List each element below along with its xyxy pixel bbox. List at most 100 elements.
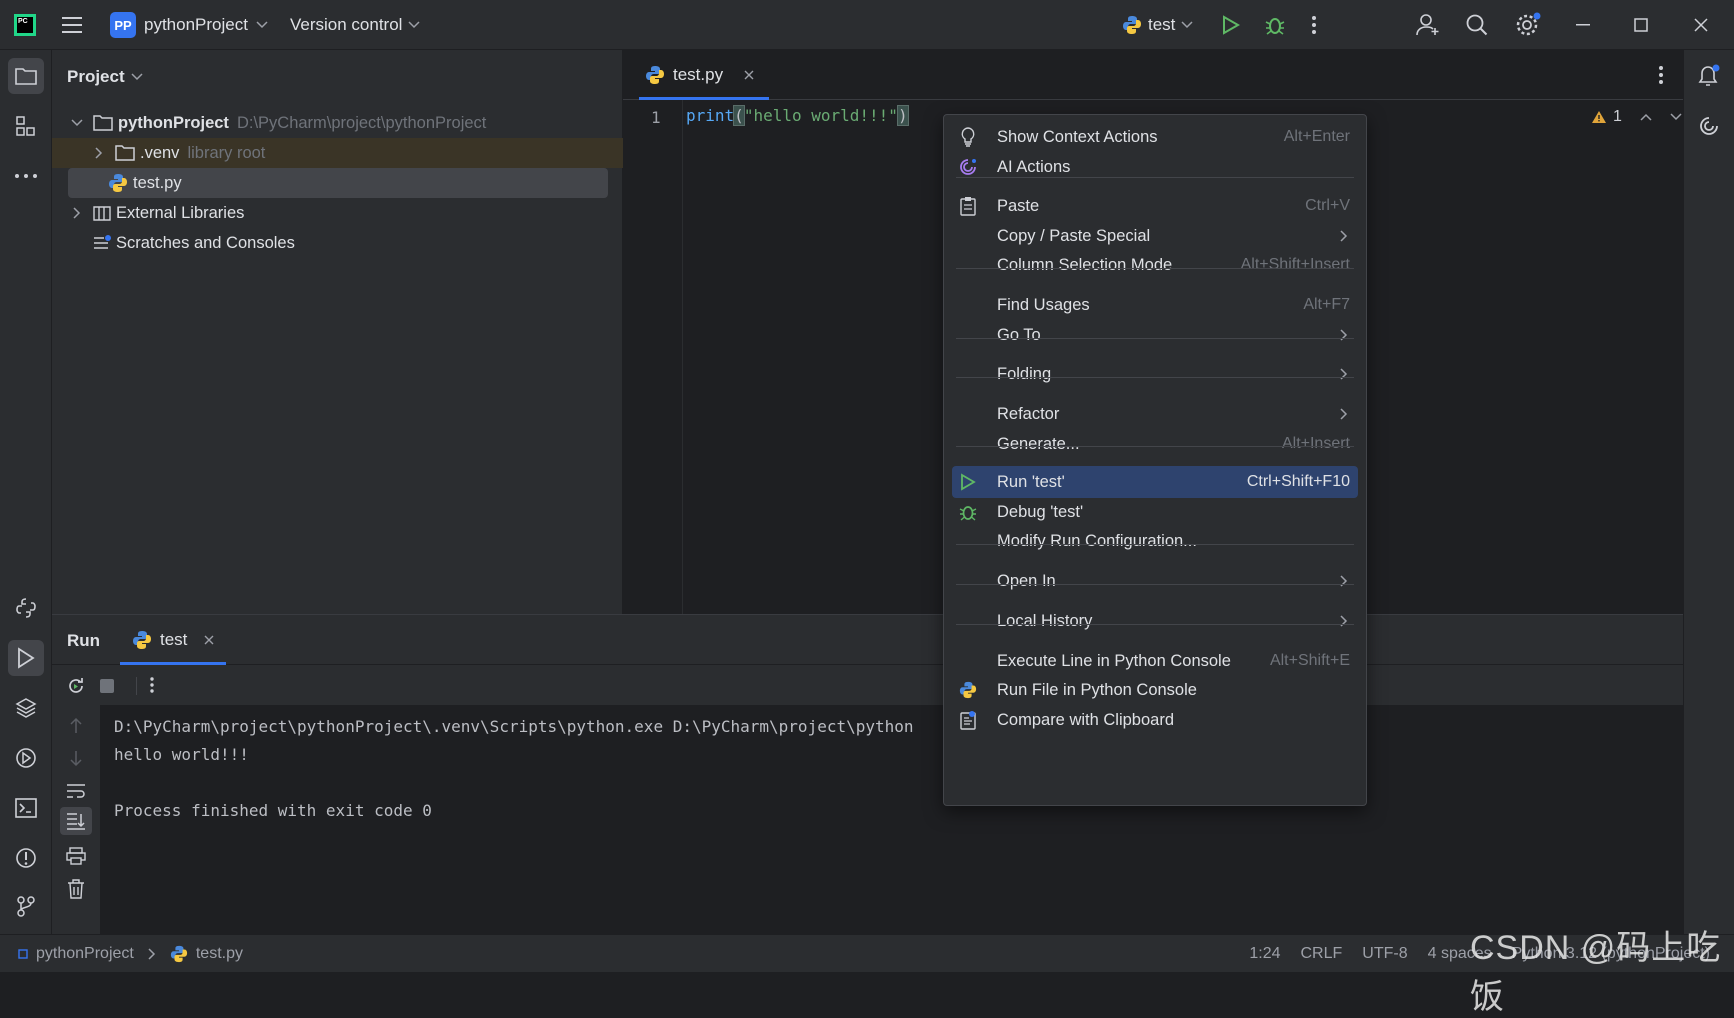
terminal-tool-button[interactable]: [8, 790, 44, 826]
caret-position[interactable]: 1:24: [1249, 945, 1280, 963]
menu-item-generate[interactable]: Generate... Alt+Insert: [952, 428, 1358, 460]
close-tab-icon[interactable]: [743, 69, 755, 81]
console-output[interactable]: D:\PyCharm\project\pythonProject\.venv\S…: [114, 713, 914, 825]
run-tab-test[interactable]: test: [120, 615, 226, 665]
close-window-button[interactable]: [1694, 0, 1714, 50]
menu-item-paste[interactable]: Paste Ctrl+V: [952, 190, 1358, 222]
chevron-right-icon[interactable]: [88, 147, 110, 159]
debug-icon: [952, 496, 984, 528]
project-tool-button[interactable]: [8, 58, 44, 94]
menu-item-run-test[interactable]: Run 'test' Ctrl+Shift+F10: [952, 466, 1358, 498]
chevron-right-icon[interactable]: [66, 207, 88, 219]
tree-node-test-py[interactable]: test.py: [68, 168, 608, 198]
problems-tool-button[interactable]: [8, 840, 44, 876]
main-menu-button[interactable]: [62, 0, 88, 50]
services-tool-button[interactable]: [8, 740, 44, 776]
version-control-menu[interactable]: Version control: [290, 0, 420, 50]
print-icon[interactable]: [66, 847, 86, 865]
menu-item-label: Debug 'test': [997, 502, 1084, 521]
hamburger-icon: [62, 17, 82, 33]
menu-separator: [956, 624, 1354, 625]
trash-icon[interactable]: [67, 879, 85, 899]
breadcrumb-project[interactable]: pythonProject: [36, 945, 134, 963]
menu-item-go-to[interactable]: Go To: [952, 319, 1358, 351]
warning-icon: [1592, 111, 1606, 123]
menu-item-open-in[interactable]: Open In: [952, 565, 1358, 597]
search-button[interactable]: [1465, 0, 1491, 50]
menu-item-show-context-actions[interactable]: Show Context Actions Alt+Enter: [952, 121, 1358, 153]
menu-item-shortcut: Alt+F7: [1303, 296, 1350, 313]
maximize-button[interactable]: [1634, 0, 1654, 50]
chevron-down-icon[interactable]: [66, 119, 88, 127]
menu-item-label: Run 'test': [997, 472, 1065, 491]
version-control-label: Version control: [290, 15, 403, 34]
run-tool-button[interactable]: [8, 640, 44, 676]
debug-icon: [1265, 18, 1285, 35]
code-paren-close: ): [896, 105, 909, 126]
python-console-tool-button[interactable]: [8, 590, 44, 626]
menu-item-shortcut: Alt+Shift+E: [1269, 652, 1350, 669]
menu-item-execute-line-in-python-console[interactable]: Execute Line in Python Console Alt+Shift+…: [952, 645, 1358, 677]
gear-icon: [1516, 12, 1541, 36]
menu-item-copy-paste-special[interactable]: Copy / Paste Special: [952, 220, 1358, 252]
more-vertical-icon: [150, 677, 154, 693]
menu-item-column-selection-mode[interactable]: Column Selection Mode Alt+Shift+Insert: [952, 249, 1358, 281]
menu-item-find-usages[interactable]: Find Usages Alt+F7: [952, 289, 1358, 321]
line-separator[interactable]: CRLF: [1301, 945, 1343, 963]
editor-tabs-menu-button[interactable]: [1659, 66, 1663, 84]
stop-button[interactable]: [100, 679, 114, 693]
chevron-up-icon[interactable]: [1640, 113, 1652, 121]
close-tab-icon[interactable]: [203, 634, 215, 646]
menu-item-label: Column Selection Mode: [997, 255, 1173, 274]
scratches-icon: [94, 235, 111, 249]
arrow-down-icon[interactable]: [69, 749, 83, 767]
run-configuration-selector[interactable]: test: [1122, 0, 1193, 50]
console-line: Process finished with exit code 0: [114, 801, 432, 820]
more-tools-button[interactable]: [8, 158, 44, 194]
project-panel-header[interactable]: Project: [67, 67, 143, 87]
more-actions-button[interactable]: [1312, 0, 1326, 50]
git-tool-button[interactable]: [8, 888, 44, 924]
menu-item-run-file-in-python-console[interactable]: Run File in Python Console: [952, 674, 1358, 706]
settings-button[interactable]: [1515, 0, 1541, 50]
breadcrumb: pythonProject test.py: [18, 945, 243, 963]
editor-tab-test-py[interactable]: test.py: [639, 50, 769, 100]
ai-assistant-button[interactable]: [1691, 108, 1727, 144]
structure-tool-button[interactable]: [8, 108, 44, 144]
services-icon: [16, 748, 36, 768]
code-line[interactable]: print("hello world!!!"): [686, 105, 909, 126]
library-root-hint: library root: [187, 143, 266, 162]
inspection-widget[interactable]: 1: [1591, 108, 1682, 126]
run-icon: [18, 647, 35, 669]
arrow-up-icon[interactable]: [69, 717, 83, 735]
layers-tool-button[interactable]: [8, 690, 44, 726]
tree-node-scratches[interactable]: Scratches and Consoles: [52, 228, 623, 258]
chevron-down-icon[interactable]: [1670, 113, 1682, 121]
code-function: print: [686, 106, 735, 125]
menu-item-debug-test[interactable]: Debug 'test': [952, 496, 1358, 528]
code-paren-open: (: [733, 105, 745, 126]
tree-node-external-libraries[interactable]: External Libraries: [52, 198, 623, 228]
run-button[interactable]: [1222, 0, 1248, 50]
debug-button[interactable]: [1264, 0, 1290, 50]
tree-node-project-root[interactable]: pythonProject D:\PyCharm\project\pythonP…: [52, 108, 623, 138]
breadcrumb-file[interactable]: test.py: [196, 945, 243, 963]
project-switcher[interactable]: PP pythonProject: [110, 0, 268, 50]
notifications-button[interactable]: [1691, 58, 1727, 94]
menu-item-folding[interactable]: Folding: [952, 358, 1358, 390]
rerun-button[interactable]: [66, 676, 86, 696]
scroll-to-end-button[interactable]: [60, 807, 92, 835]
more-vertical-icon: [1659, 66, 1663, 84]
file-encoding[interactable]: UTF-8: [1362, 945, 1407, 963]
menu-item-ai-actions[interactable]: AI Actions: [952, 151, 1358, 183]
tree-node-venv[interactable]: .venv library root: [52, 138, 623, 168]
run-more-button[interactable]: [150, 677, 154, 693]
menu-item-modify-run-configuration[interactable]: Modify Run Configuration...: [952, 525, 1358, 557]
menu-item-refactor[interactable]: Refactor: [952, 398, 1358, 430]
soft-wrap-icon[interactable]: [66, 783, 86, 799]
menu-item-local-history[interactable]: Local History: [952, 605, 1358, 637]
add-user-button[interactable]: [1416, 0, 1442, 50]
menu-item-compare-with-clipboard[interactable]: Compare with Clipboard: [952, 704, 1358, 736]
minimize-button[interactable]: [1576, 0, 1596, 50]
